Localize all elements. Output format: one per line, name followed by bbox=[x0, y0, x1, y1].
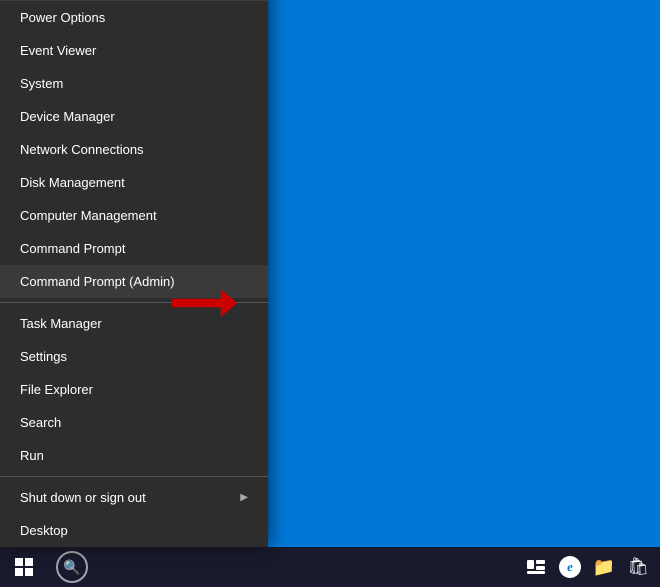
menu-item-label: Network Connections bbox=[20, 142, 144, 157]
folder-icon: 📁 bbox=[593, 557, 615, 578]
search-icon: 🔍 bbox=[63, 559, 80, 576]
edge-logo: e bbox=[559, 556, 581, 578]
menu-item-label: Command Prompt bbox=[20, 241, 125, 256]
menu-item-search[interactable]: Search bbox=[0, 406, 268, 439]
menu-separator bbox=[0, 302, 268, 303]
menu-item-label: File Explorer bbox=[20, 382, 93, 397]
menu-item-command-prompt[interactable]: Command Prompt bbox=[0, 232, 268, 265]
menu-item-label: Settings bbox=[20, 349, 67, 364]
menu-separator bbox=[0, 476, 268, 477]
menu-item-task-manager[interactable]: Task Manager bbox=[0, 307, 268, 340]
taskbar: 🔍 e 📁 🛍 bbox=[0, 547, 660, 587]
menu-item-device-manager[interactable]: Device Manager bbox=[0, 100, 268, 133]
shopping-bag-icon: 🛍 bbox=[627, 557, 649, 577]
menu-item-event-viewer[interactable]: Event Viewer bbox=[0, 34, 268, 67]
menu-item-label: Command Prompt (Admin) bbox=[20, 274, 175, 289]
menu-item-label: Event Viewer bbox=[20, 43, 96, 58]
menu-item-label: System bbox=[20, 76, 63, 91]
menu-item-file-explorer[interactable]: File Explorer bbox=[0, 373, 268, 406]
menu-item-network-connections[interactable]: Network Connections bbox=[0, 133, 268, 166]
menu-item-label: Power Options bbox=[20, 10, 105, 25]
menu-item-run[interactable]: Run bbox=[0, 439, 268, 472]
desktop: Apps and FeaturesPower OptionsEvent View… bbox=[0, 0, 660, 587]
menu-item-shut-down[interactable]: Shut down or sign out ▶ bbox=[0, 481, 268, 514]
menu-item-label: Task Manager bbox=[20, 316, 102, 331]
menu-item-label: Computer Management bbox=[20, 208, 157, 223]
menu-item-label: Search bbox=[20, 415, 61, 430]
windows-icon bbox=[15, 558, 33, 576]
tray-icons: e 📁 🛍 bbox=[520, 547, 660, 587]
menu-item-label: Run bbox=[20, 448, 44, 463]
taskbar-search-button[interactable]: 🔍 bbox=[56, 551, 88, 583]
taskview-icon[interactable] bbox=[520, 547, 552, 587]
file-explorer-icon[interactable]: 📁 bbox=[588, 547, 620, 587]
menu-item-power-options[interactable]: Power Options bbox=[0, 1, 268, 34]
menu-item-label: Shut down or sign out bbox=[20, 490, 146, 505]
submenu-arrow-icon: ▶ bbox=[240, 492, 248, 503]
menu-item-disk-management[interactable]: Disk Management bbox=[0, 166, 268, 199]
start-button[interactable] bbox=[0, 547, 48, 587]
menu-item-computer-management[interactable]: Computer Management bbox=[0, 199, 268, 232]
menu-item-command-prompt-admin[interactable]: Command Prompt (Admin) bbox=[0, 265, 268, 298]
menu-item-label: Device Manager bbox=[20, 109, 115, 124]
menu-item-system[interactable]: System bbox=[0, 67, 268, 100]
menu-item-label: Disk Management bbox=[20, 175, 125, 190]
edge-browser-icon[interactable]: e bbox=[554, 547, 586, 587]
menu-item-label: Desktop bbox=[20, 523, 68, 538]
menu-item-settings[interactable]: Settings bbox=[0, 340, 268, 373]
menu-item-desktop[interactable]: Desktop bbox=[0, 514, 268, 547]
context-menu: Apps and FeaturesPower OptionsEvent View… bbox=[0, 0, 268, 547]
store-icon[interactable]: 🛍 bbox=[622, 547, 654, 587]
